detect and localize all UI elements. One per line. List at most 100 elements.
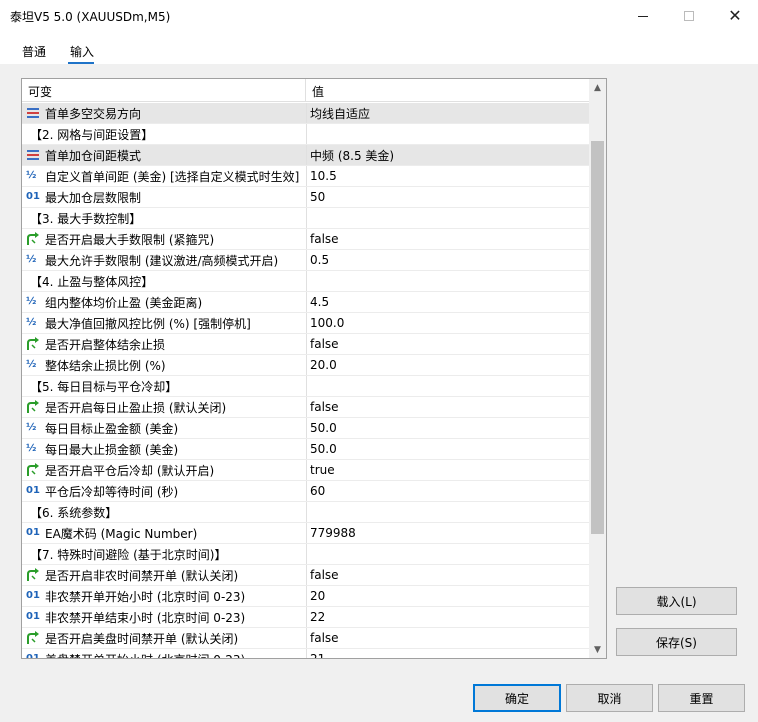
parameter-value[interactable]: false — [310, 400, 339, 414]
parameter-row[interactable]: ½ 最大允许手数限制 (建议激进/高频模式开启) 0.5 — [22, 250, 589, 271]
parameter-value-cell[interactable]: 50 — [306, 187, 589, 207]
parameter-name: 是否开启非农时间禁开单 (默认关闭) — [45, 568, 239, 583]
parameter-value-cell[interactable]: 22 — [306, 607, 589, 627]
scroll-down-arrow-icon[interactable]: ▼ — [589, 641, 606, 658]
parameter-value[interactable]: false — [310, 568, 339, 582]
load-button[interactable]: 载入(L) — [616, 587, 737, 615]
parameter-row[interactable]: ½ 整体结余止损比例 (%) 20.0 — [22, 355, 589, 376]
parameter-value-cell[interactable]: 50.0 — [306, 418, 589, 438]
maximize-button[interactable] — [666, 0, 712, 32]
parameter-value-cell[interactable]: false — [306, 565, 589, 585]
parameter-value-cell[interactable]: 0.5 — [306, 250, 589, 270]
parameter-row[interactable]: 【4. 止盈与整体风控】 — [22, 271, 589, 292]
parameter-row[interactable]: ½ 每日目标止盈金额 (美金) 50.0 — [22, 418, 589, 439]
parameter-value-cell[interactable]: false — [306, 334, 589, 354]
header-divider[interactable] — [305, 79, 306, 102]
parameter-value[interactable]: 21 — [310, 652, 325, 658]
parameter-value[interactable]: 50.0 — [310, 442, 337, 456]
parameter-row[interactable]: 是否开启平仓后冷却 (默认开启) true — [22, 460, 589, 481]
vertical-scrollbar[interactable]: ▲ ▼ — [589, 79, 606, 658]
parameter-value-cell[interactable] — [306, 502, 589, 522]
parameter-value[interactable]: 100.0 — [310, 316, 344, 330]
int-icon: 01 — [26, 191, 40, 202]
parameter-row[interactable]: 01 EA魔术码 (Magic Number) 779988 — [22, 523, 589, 544]
parameter-value-cell[interactable]: 中频 (8.5 美金) — [306, 145, 589, 165]
parameter-row[interactable]: 【6. 系统参数】 — [22, 502, 589, 523]
parameter-value-cell[interactable]: 100.0 — [306, 313, 589, 333]
parameter-value[interactable]: 20.0 — [310, 358, 337, 372]
reset-button[interactable]: 重置 — [658, 684, 745, 712]
parameter-value-cell[interactable]: 4.5 — [306, 292, 589, 312]
ok-button[interactable]: 确定 — [473, 684, 561, 712]
parameter-row[interactable]: ½ 每日最大止损金额 (美金) 50.0 — [22, 439, 589, 460]
parameter-value[interactable]: 0.5 — [310, 253, 329, 267]
header-variable[interactable]: 可变 — [28, 83, 52, 100]
parameter-row[interactable]: 【3. 最大手数控制】 — [22, 208, 589, 229]
parameter-value-cell[interactable]: 60 — [306, 481, 589, 501]
parameter-value[interactable]: 4.5 — [310, 295, 329, 309]
parameter-value[interactable]: 10.5 — [310, 169, 337, 183]
parameter-row[interactable]: 是否开启非农时间禁开单 (默认关闭) false — [22, 565, 589, 586]
parameter-value-cell[interactable]: 均线自适应 — [306, 103, 589, 123]
parameter-row[interactable]: 01 最大加仓层数限制 50 — [22, 187, 589, 208]
parameter-value-cell[interactable] — [306, 271, 589, 291]
parameter-value[interactable]: 50 — [310, 190, 325, 204]
parameter-name-cell: ½ 每日最大止损金额 (美金) — [22, 439, 305, 459]
parameter-row[interactable]: 01 平仓后冷却等待时间 (秒) 60 — [22, 481, 589, 502]
parameter-value[interactable]: 20 — [310, 589, 325, 603]
header-value[interactable]: 值 — [312, 83, 324, 100]
parameter-row[interactable]: 首单加仓间距模式 中频 (8.5 美金) — [22, 145, 589, 166]
parameter-value-cell[interactable] — [306, 376, 589, 396]
parameter-row[interactable]: 01 非农禁开单开始小时 (北京时间 0-23) 20 — [22, 586, 589, 607]
scroll-thumb[interactable] — [591, 141, 604, 534]
enum-icon — [26, 148, 40, 162]
parameter-value[interactable]: 中频 (8.5 美金) — [310, 147, 394, 164]
cancel-button[interactable]: 取消 — [566, 684, 653, 712]
parameter-value-cell[interactable] — [306, 544, 589, 564]
parameter-row[interactable]: 是否开启每日止盈止损 (默认关闭) false — [22, 397, 589, 418]
parameter-name: 【7. 特殊时间避险 (基于北京时间)】 — [30, 547, 227, 562]
parameter-value-cell[interactable]: 10.5 — [306, 166, 589, 186]
parameter-value-cell[interactable] — [306, 124, 589, 144]
parameter-value[interactable]: 22 — [310, 610, 325, 624]
parameter-row[interactable]: 【7. 特殊时间避险 (基于北京时间)】 — [22, 544, 589, 565]
tab-common[interactable]: 普通 — [22, 43, 46, 60]
save-button[interactable]: 保存(S) — [616, 628, 737, 656]
parameter-row[interactable]: ½ 自定义首单间距 (美金) [选择自定义模式时生效] 10.5 — [22, 166, 589, 187]
parameter-value[interactable]: false — [310, 232, 339, 246]
parameter-value-cell[interactable]: false — [306, 628, 589, 648]
scroll-up-arrow-icon[interactable]: ▲ — [589, 79, 606, 96]
parameter-row[interactable]: 是否开启整体结余止损 false — [22, 334, 589, 355]
tab-inputs[interactable]: 输入 — [70, 43, 94, 60]
parameter-row[interactable]: ½ 最大净值回撤风控比例 (%) [强制停机] 100.0 — [22, 313, 589, 334]
parameter-value-cell[interactable]: 50.0 — [306, 439, 589, 459]
parameter-value[interactable]: 60 — [310, 484, 325, 498]
parameter-value-cell[interactable]: false — [306, 229, 589, 249]
parameter-value[interactable]: true — [310, 463, 335, 477]
parameter-value-cell[interactable]: false — [306, 397, 589, 417]
parameter-value[interactable]: false — [310, 631, 339, 645]
parameter-row[interactable]: 是否开启最大手数限制 (紧箍咒) false — [22, 229, 589, 250]
parameter-value-cell[interactable]: true — [306, 460, 589, 480]
parameter-value-cell[interactable]: 20.0 — [306, 355, 589, 375]
parameter-value-cell[interactable]: 21 — [306, 649, 589, 658]
parameter-row[interactable]: 【2. 网格与间距设置】 — [22, 124, 589, 145]
parameter-name-cell: 是否开启每日止盈止损 (默认关闭) — [22, 397, 305, 417]
parameter-value-cell[interactable] — [306, 208, 589, 228]
parameter-row[interactable]: 01 非农禁开单结束小时 (北京时间 0-23) 22 — [22, 607, 589, 628]
parameter-value[interactable]: false — [310, 337, 339, 351]
parameter-value[interactable]: 779988 — [310, 526, 356, 540]
parameter-value[interactable]: 50.0 — [310, 421, 337, 435]
parameter-name: 【4. 止盈与整体风控】 — [30, 274, 154, 289]
parameter-row[interactable]: ½ 组内整体均价止盈 (美金距离) 4.5 — [22, 292, 589, 313]
parameter-value[interactable]: 均线自适应 — [310, 105, 370, 122]
parameter-value-cell[interactable]: 20 — [306, 586, 589, 606]
close-button[interactable]: ✕ — [712, 0, 758, 32]
minimize-button[interactable] — [620, 0, 666, 32]
parameter-row[interactable]: 是否开启美盘时间禁开单 (默认关闭) false — [22, 628, 589, 649]
parameter-value-cell[interactable]: 779988 — [306, 523, 589, 543]
parameter-row[interactable]: 01 美盘禁开单开始小时 (北京时间 0-23) 21 — [22, 649, 589, 658]
parameter-row[interactable]: 首单多空交易方向 均线自适应 — [22, 103, 589, 124]
bool-icon — [26, 337, 40, 351]
parameter-row[interactable]: 【5. 每日目标与平仓冷却】 — [22, 376, 589, 397]
